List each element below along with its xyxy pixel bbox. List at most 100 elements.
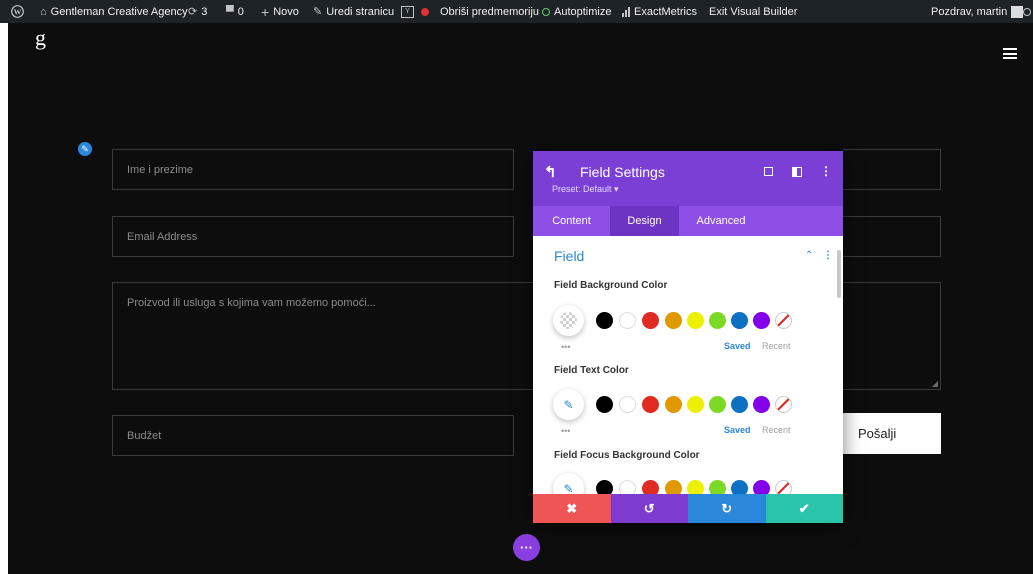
email-placeholder: Email Address: [127, 231, 198, 243]
yoast-icon: Y: [401, 5, 414, 18]
swatch-red[interactable]: [642, 312, 659, 329]
site-logo[interactable]: g: [35, 25, 46, 51]
swatch-yellow[interactable]: [687, 480, 704, 494]
swatch-blue[interactable]: [731, 312, 748, 329]
swatch-black[interactable]: [596, 312, 613, 329]
more-colors-icon[interactable]: •••: [561, 426, 570, 436]
edit-page-link[interactable]: ✎ Uredi stranicu: [313, 0, 394, 23]
swatch-white[interactable]: [619, 480, 636, 494]
redo-button[interactable]: ↻: [688, 494, 766, 523]
name-field-right-edge[interactable]: [843, 149, 941, 190]
panel-scrollbar[interactable]: [837, 250, 841, 298]
exactmetrics-label: ExactMetrics: [634, 5, 697, 18]
plus-icon: +: [261, 3, 270, 20]
swatch-orange[interactable]: [665, 312, 682, 329]
autoptimize-link[interactable]: Autoptimize: [542, 0, 611, 23]
dashboard-icon: ⌂: [40, 5, 47, 18]
swatch-orange[interactable]: [665, 480, 682, 494]
fullscreen-icon[interactable]: [764, 167, 773, 176]
module-edit-badge[interactable]: ✎: [78, 142, 92, 156]
new-label: Novo: [273, 5, 299, 18]
check-icon: ✔: [798, 500, 810, 516]
comments-count: 0: [237, 5, 244, 18]
name-field[interactable]: Ime i prezime: [112, 149, 514, 190]
swatch-purple[interactable]: [753, 396, 770, 413]
swatch-white[interactable]: [619, 396, 636, 413]
swatch-green[interactable]: [709, 396, 726, 413]
swatch-green[interactable]: [709, 312, 726, 329]
site-name: Gentleman Creative Agency: [50, 5, 188, 18]
site-name-link[interactable]: ⌂ Gentleman Creative Agency: [40, 0, 188, 23]
email-field-right-edge[interactable]: [843, 216, 941, 257]
refresh-icon: ⟳: [188, 6, 198, 18]
swatch-green[interactable]: [709, 480, 726, 494]
email-field[interactable]: Email Address: [112, 216, 514, 257]
svg-text:W: W: [14, 7, 22, 16]
section-title[interactable]: Field: [554, 248, 584, 264]
discard-button[interactable]: ✖: [533, 494, 611, 523]
swatch-purple[interactable]: [753, 480, 770, 494]
transparent-checker-icon: [560, 312, 577, 329]
more-options-icon: ···: [520, 540, 533, 555]
tab-advanced[interactable]: Advanced: [679, 206, 763, 236]
account-menu[interactable]: Pozdrav, martin: [931, 0, 1024, 23]
wordpress-logo-icon[interactable]: W: [11, 0, 24, 23]
swatch-red[interactable]: [642, 480, 659, 494]
new-content-link[interactable]: + Novo: [261, 0, 299, 23]
chevron-up-icon[interactable]: ⌃: [805, 250, 813, 261]
saved-colors-tab[interactable]: Saved: [724, 425, 751, 435]
resize-handle-icon[interactable]: ◢: [932, 379, 938, 388]
exit-label: Exit Visual Builder: [709, 5, 798, 18]
swatch-white[interactable]: [619, 312, 636, 329]
background-color-picker[interactable]: [553, 305, 584, 336]
exit-visual-builder-link[interactable]: Exit Visual Builder: [709, 0, 797, 23]
swatch-red[interactable]: [642, 396, 659, 413]
swatch-yellow[interactable]: [687, 396, 704, 413]
swatch-blue[interactable]: [731, 480, 748, 494]
recent-colors-tab[interactable]: Recent: [762, 425, 791, 435]
undo-button[interactable]: ↺: [610, 494, 688, 523]
no-color-icon[interactable]: [775, 312, 792, 329]
swatch-orange[interactable]: [665, 396, 682, 413]
focus-background-color-picker[interactable]: ✎: [553, 473, 584, 494]
swatch-black[interactable]: [596, 480, 613, 494]
field-settings-panel: ↰ Field Settings Preset: Default ▾ ⋮ Con…: [533, 151, 843, 523]
more-colors-icon[interactable]: •••: [561, 342, 570, 352]
tab-content[interactable]: Content: [533, 206, 610, 236]
purge-cache-link[interactable]: Obriši predmemoriju: [440, 0, 539, 23]
save-button[interactable]: ✔: [765, 494, 843, 523]
swatch-blue[interactable]: [731, 396, 748, 413]
no-color-icon[interactable]: [775, 480, 792, 494]
back-arrow-icon[interactable]: ↰: [544, 163, 557, 181]
saved-colors-tab[interactable]: Saved: [724, 341, 751, 351]
updates-count: 3: [201, 5, 208, 18]
field-background-color-label: Field Background Color: [554, 280, 668, 291]
split-view-icon[interactable]: [792, 167, 802, 177]
text-color-picker[interactable]: ✎: [553, 389, 584, 420]
pencil-icon: ✎: [313, 6, 323, 18]
redo-icon: ↻: [721, 500, 733, 516]
admin-search-icon[interactable]: [1023, 0, 1031, 23]
seo-menu[interactable]: Y: [401, 0, 429, 23]
close-icon: ✖: [566, 500, 578, 516]
tab-design[interactable]: Design: [610, 206, 679, 236]
submit-label: Pošalji: [858, 426, 897, 441]
comments-link[interactable]: ▀ 0: [226, 0, 244, 23]
page-settings-button[interactable]: ···: [513, 534, 540, 561]
panel-header: ↰ Field Settings Preset: Default ▾ ⋮: [533, 151, 843, 206]
section-more-icon[interactable]: ⋮: [823, 250, 833, 261]
panel-title: Field Settings: [580, 164, 665, 180]
submit-button[interactable]: Pošalji: [843, 413, 941, 454]
more-menu-icon[interactable]: ⋮: [820, 164, 832, 178]
swatch-purple[interactable]: [753, 312, 770, 329]
recent-colors-tab[interactable]: Recent: [762, 341, 791, 351]
budget-field[interactable]: Budžet: [112, 415, 514, 456]
updates-link[interactable]: ⟳ 3: [188, 0, 207, 23]
eyedropper-icon: ✎: [563, 481, 574, 495]
swatch-black[interactable]: [596, 396, 613, 413]
swatch-yellow[interactable]: [687, 312, 704, 329]
preset-dropdown[interactable]: Preset: Default ▾: [552, 184, 619, 195]
no-color-icon[interactable]: [775, 396, 792, 413]
exactmetrics-link[interactable]: ExactMetrics: [622, 0, 697, 23]
hamburger-menu-icon[interactable]: [1003, 48, 1017, 59]
